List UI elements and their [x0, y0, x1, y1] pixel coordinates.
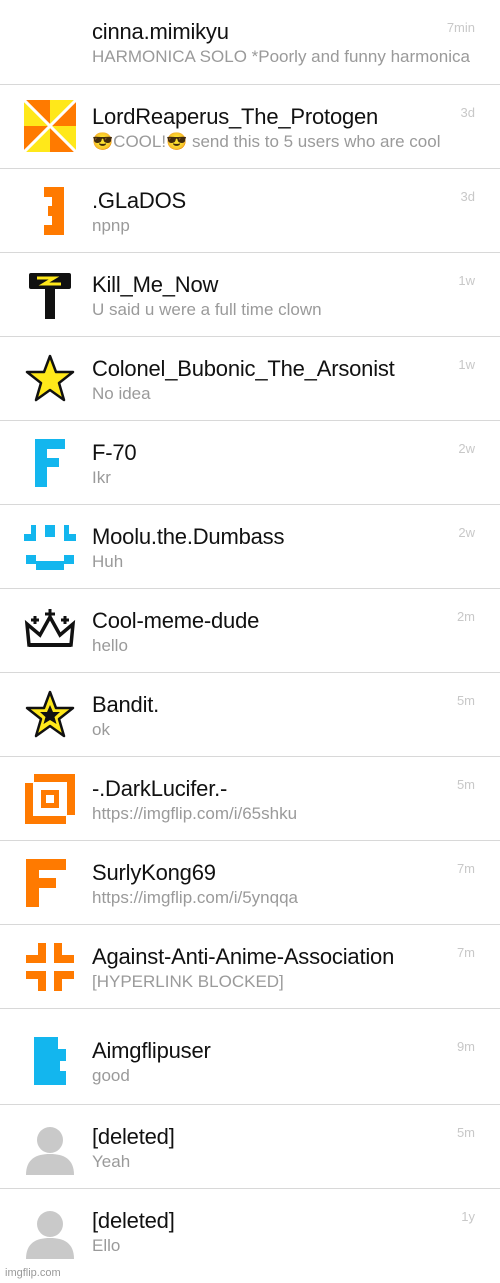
avatar [24, 17, 76, 69]
conversation-message-preview: [HYPERLINK BLOCKED] [92, 972, 284, 991]
conversation-message-preview: https://imgflip.com/i/5ynqqa [92, 888, 298, 907]
conversation-message-preview: Ello [92, 1236, 121, 1255]
conversation-message-preview: ok [92, 720, 110, 739]
conversation-row[interactable]: Moolu.the.Dumbass Huh 2w [0, 505, 500, 589]
conversation-message-preview: No idea [92, 384, 151, 403]
default-user-icon [24, 1207, 76, 1259]
conversation-time: 1y [461, 1209, 475, 1224]
blue-puzzle-icon [24, 1035, 76, 1087]
conversation-row[interactable]: Aimgflipuser good 9m [0, 1009, 500, 1105]
blue-f-letter-icon [24, 437, 76, 489]
conversation-time: 9m [456, 1039, 475, 1054]
conversation-username: Kill_Me_Now [92, 272, 219, 297]
conversation-list: cinna.mimikyu HARMONICA SOLO *Poorly and… [0, 0, 500, 1275]
conversation-time: 2w [458, 441, 475, 456]
conversation-row[interactable]: F-70 Ikr 2w [0, 421, 500, 505]
conversation-row[interactable]: Bandit. ok 5m [0, 673, 500, 757]
conversation-time: 5m [456, 693, 475, 708]
pinwheel-icon [24, 100, 76, 152]
conversation-row[interactable]: Kill_Me_Now U said u were a full time cl… [0, 253, 500, 337]
conversation-username: .GLaDOS [92, 188, 186, 213]
conversation-message-preview: hello [92, 636, 128, 655]
conversation-time: 1w [458, 357, 475, 372]
orange-corners-icon [24, 941, 76, 993]
star-in-star-icon [24, 689, 76, 741]
conversation-time: 1w [458, 273, 475, 288]
conversation-username: cinna.mimikyu [92, 19, 229, 44]
orange-block-glyph-icon [24, 185, 76, 237]
watermark: imgflip.com [5, 1267, 61, 1279]
conversation-username: Cool-meme-dude [92, 608, 260, 633]
conversation-username: [deleted] [92, 1208, 175, 1233]
orange-f-letter-icon [24, 857, 76, 909]
crown-icon [24, 605, 76, 657]
conversation-message-preview: https://imgflip.com/i/65shku [92, 804, 298, 823]
conversation-row[interactable]: Against-Anti-Anime-Association [HYPERLIN… [0, 925, 500, 1009]
conversation-row[interactable]: Cool-meme-dude hello 2m [0, 589, 500, 673]
conversation-time: 5m [456, 777, 475, 792]
conversation-row[interactable]: -.DarkLucifer.- https://imgflip.com/i/65… [0, 757, 500, 841]
conversation-row[interactable]: cinna.mimikyu HARMONICA SOLO *Poorly and… [0, 0, 500, 85]
conversation-username: Moolu.the.Dumbass [92, 524, 285, 549]
conversation-time: 7min [446, 20, 475, 35]
smile-brackets-icon [24, 521, 76, 573]
yellow-star-icon [24, 353, 76, 405]
conversation-message-preview: 😎COOL!😎 send this to 5 users who are coo… [92, 132, 441, 151]
conversation-row[interactable]: LordReaperus_The_Protogen 😎COOL!😎 send t… [0, 85, 500, 169]
conversation-username: Colonel_Bubonic_The_Arsonist [92, 356, 395, 381]
conversation-time: 2w [458, 525, 475, 540]
conversation-username: Bandit. [92, 692, 160, 717]
conversation-time: 2m [456, 609, 475, 624]
conversation-username: -.DarkLucifer.- [92, 776, 228, 801]
conversation-row[interactable]: [deleted] Yeah 5m [0, 1105, 500, 1189]
conversation-time: 7m [456, 945, 475, 960]
hammer-lightning-icon [24, 269, 76, 321]
conversation-message-preview: Huh [92, 552, 124, 571]
conversation-message-preview: good [92, 1066, 130, 1085]
conversation-message-preview: Yeah [92, 1152, 131, 1171]
conversation-username: Aimgflipuser [92, 1038, 211, 1063]
orange-ring-icon [24, 773, 76, 825]
conversation-time: 3d [460, 189, 475, 204]
conversation-message-preview: npnp [92, 216, 130, 235]
conversation-row[interactable]: SurlyKong69 https://imgflip.com/i/5ynqqa… [0, 841, 500, 925]
conversation-username: [deleted] [92, 1124, 175, 1149]
default-user-icon [24, 1123, 76, 1175]
conversation-time: 5m [456, 1125, 475, 1140]
conversation-message-preview: U said u were a full time clown [92, 300, 322, 319]
conversation-time: 7m [456, 861, 475, 876]
conversation-message-preview: Ikr [92, 468, 111, 487]
conversation-time: 3d [460, 105, 475, 120]
conversation-username: F-70 [92, 440, 137, 465]
conversation-message-preview: HARMONICA SOLO *Poorly and funny harmoni… [92, 47, 470, 66]
conversation-row[interactable]: [deleted] Ello 1y [0, 1189, 500, 1275]
conversation-username: Against-Anti-Anime-Association [92, 944, 395, 969]
conversation-username: SurlyKong69 [92, 860, 216, 885]
conversation-row[interactable]: .GLaDOS npnp 3d [0, 169, 500, 253]
conversation-row[interactable]: Colonel_Bubonic_The_Arsonist No idea 1w [0, 337, 500, 421]
conversation-username: LordReaperus_The_Protogen [92, 104, 379, 129]
